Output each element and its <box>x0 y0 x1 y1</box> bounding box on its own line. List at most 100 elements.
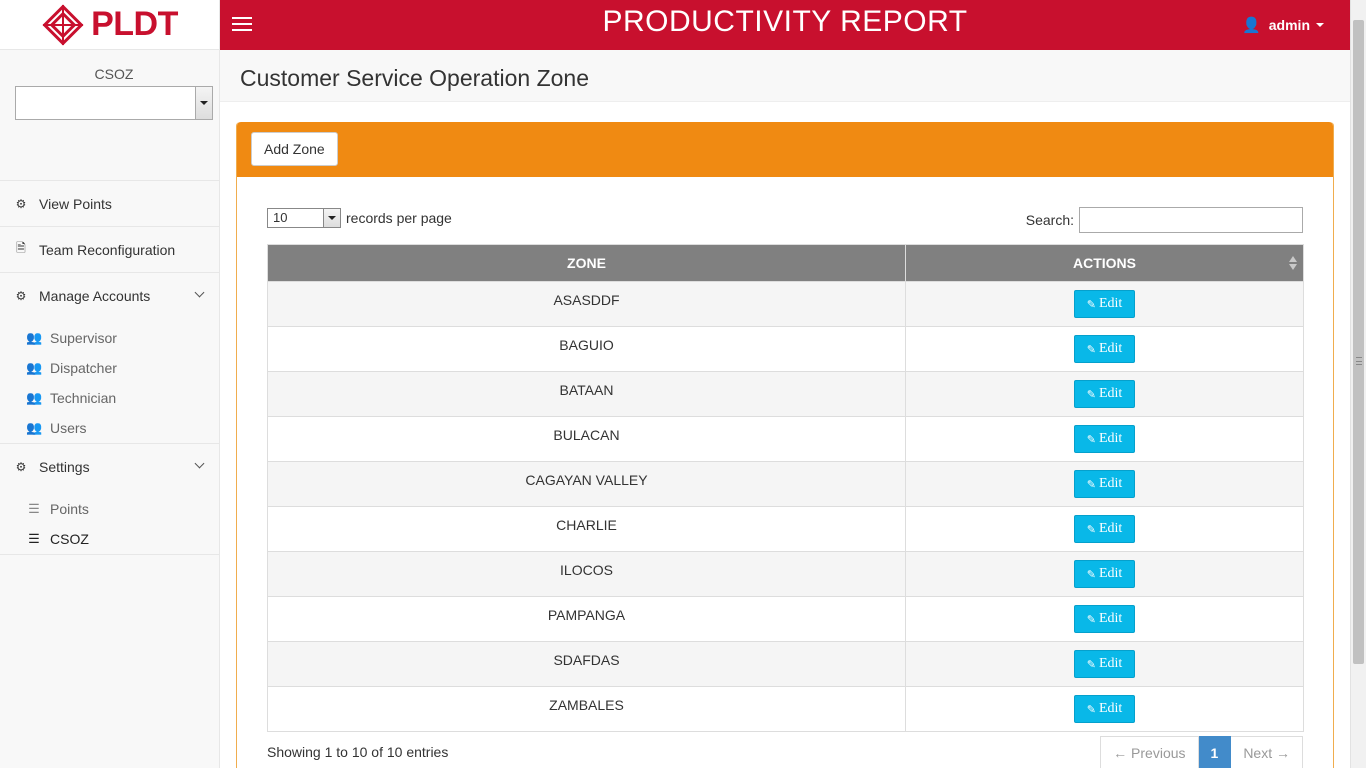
zone-cell: BAGUIO <box>267 326 906 372</box>
user-name: admin <box>1268 17 1310 33</box>
table-row: BATAAN ✎ Edit <box>267 371 1304 417</box>
file-icon: 🗎 <box>16 241 26 255</box>
search-input[interactable] <box>1079 207 1303 233</box>
edit-button[interactable]: ✎ Edit <box>1073 335 1136 363</box>
table-row: CAGAYAN VALLEY ✎ Edit <box>267 461 1304 507</box>
edit-button[interactable]: ✎ Edit <box>1073 425 1136 453</box>
table-row: BULACAN ✎ Edit <box>267 416 1304 462</box>
caret-down-icon <box>1316 23 1324 27</box>
sidebar-item-label: View Points <box>39 195 112 212</box>
zone-cell: ASASDDF <box>267 281 906 327</box>
chevron-down-icon <box>194 458 205 469</box>
csoz-select[interactable] <box>15 86 213 120</box>
actions-cell: ✎ Edit <box>905 551 1304 597</box>
edit-icon: ✎ <box>1086 432 1096 446</box>
edit-button[interactable]: ✎ Edit <box>1073 650 1136 678</box>
sidebar-item-dispatcher[interactable]: 👥 Dispatcher <box>0 353 219 383</box>
actions-cell: ✎ Edit <box>905 281 1304 327</box>
table-row: ASASDDF ✎ Edit <box>267 281 1304 327</box>
records-per-page: 10 records per page <box>267 208 452 228</box>
page-1-button[interactable]: 1 <box>1198 736 1232 768</box>
edit-button[interactable]: ✎ Edit <box>1073 605 1136 633</box>
table-header-row: ZONE ACTIONS <box>267 244 1304 282</box>
user-menu[interactable]: 👤 admin <box>1242 16 1324 34</box>
sidebar-item-label: Manage Accounts <box>39 288 151 304</box>
sidebar-item-csoz[interactable]: ☰ CSOZ <box>0 524 219 554</box>
next-page-button[interactable]: Next → <box>1231 736 1303 768</box>
column-header-actions[interactable]: ACTIONS <box>905 244 1304 282</box>
zone-cell: PAMPANGA <box>267 596 906 642</box>
chevron-down-icon[interactable] <box>195 87 212 119</box>
pagination: ← Previous 1 Next → <box>1100 736 1303 768</box>
records-per-page-select[interactable]: 10 <box>267 208 341 228</box>
edit-button[interactable]: ✎ Edit <box>1073 560 1136 588</box>
sidebar-item-view-points[interactable]: ⚙ View Points <box>0 181 219 227</box>
sidebar-item-label: Dispatcher <box>50 360 117 376</box>
sidebar-item-manage-accounts[interactable]: ⚙ Manage Accounts <box>0 273 219 319</box>
search-label: Search: <box>1025 212 1074 228</box>
csoz-filter: CSOZ <box>0 50 219 181</box>
page-scrollbar[interactable] <box>1350 0 1366 768</box>
panel-heading: Add Zone <box>237 122 1333 177</box>
edit-button[interactable]: ✎ Edit <box>1073 290 1136 318</box>
users-icon: 👥 <box>26 390 43 405</box>
records-per-page-label: records per page <box>346 210 452 226</box>
csoz-label: CSOZ <box>94 66 134 82</box>
pldt-logo-icon <box>42 3 84 46</box>
edit-button[interactable]: ✎ Edit <box>1073 695 1136 723</box>
sidebar-item-label: CSOZ <box>50 531 89 547</box>
sidebar-item-supervisor[interactable]: 👥 Supervisor <box>0 323 219 353</box>
settings-submenu: ☰ Points ☰ CSOZ <box>0 490 219 555</box>
column-header-zone[interactable]: ZONE <box>267 244 906 282</box>
zone-cell: CHARLIE <box>267 506 906 552</box>
add-zone-button[interactable]: Add Zone <box>251 132 338 166</box>
edit-icon: ✎ <box>1086 522 1096 536</box>
actions-cell: ✎ Edit <box>905 416 1304 462</box>
table-row: PAMPANGA ✎ Edit <box>267 596 1304 642</box>
edit-button[interactable]: ✎ Edit <box>1073 515 1136 543</box>
actions-cell: ✎ Edit <box>905 596 1304 642</box>
sidebar-item-users[interactable]: 👥 Users <box>0 413 219 443</box>
zone-cell: SDAFDAS <box>267 641 906 687</box>
zone-cell: ZAMBALES <box>267 686 906 732</box>
sidebar-item-team-reconfiguration[interactable]: 🗎 Team Reconfiguration <box>0 227 219 273</box>
logo-text: PLDT <box>91 5 178 43</box>
sidebar-item-technician[interactable]: 👥 Technician <box>0 383 219 413</box>
logo[interactable]: PLDT <box>0 0 219 50</box>
sidebar-item-settings[interactable]: ⚙ Settings <box>0 444 219 490</box>
gear-icon: ⚙ <box>15 196 27 211</box>
sort-icon <box>1289 256 1297 270</box>
edit-button[interactable]: ✎ Edit <box>1073 470 1136 498</box>
edit-icon: ✎ <box>1086 342 1096 356</box>
table-search: Search: <box>1026 207 1303 233</box>
table-row: ILOCOS ✎ Edit <box>267 551 1304 597</box>
zone-cell: BATAAN <box>267 371 906 417</box>
list-icon: ☰ <box>28 501 40 516</box>
user-icon: 👤 <box>1242 17 1261 34</box>
scrollbar-thumb[interactable] <box>1353 20 1364 664</box>
sidebar-item-points[interactable]: ☰ Points <box>0 494 219 524</box>
sidebar-item-label: Team Reconfiguration <box>39 241 176 258</box>
chevron-down-icon[interactable] <box>323 209 340 227</box>
gear-icon: ⚙ <box>15 460 27 474</box>
edit-button[interactable]: ✎ Edit <box>1073 380 1136 408</box>
top-navbar: PRODUCTIVITY REPORT 👤 admin <box>220 0 1350 50</box>
actions-cell: ✎ Edit <box>905 326 1304 372</box>
previous-page-button[interactable]: ← Previous <box>1100 736 1199 768</box>
app-title: PRODUCTIVITY REPORT <box>602 5 968 38</box>
edit-label: Edit <box>1098 296 1123 311</box>
actions-cell: ✎ Edit <box>905 506 1304 552</box>
users-icon: 👥 <box>26 360 43 375</box>
sidebar-item-label: Technician <box>50 390 117 406</box>
table-info: Showing 1 to 10 of 10 entries <box>267 744 449 760</box>
edit-icon: ✎ <box>1086 702 1096 716</box>
edit-label: Edit <box>1098 611 1123 626</box>
list-icon: ☰ <box>28 531 40 546</box>
page-title: Customer Service Operation Zone <box>240 65 589 91</box>
users-icon: 👥 <box>26 420 43 435</box>
actions-cell: ✎ Edit <box>905 641 1304 687</box>
sidebar: PLDT CSOZ ⚙ View Points 🗎 Team Reconfigu… <box>0 0 220 768</box>
edit-label: Edit <box>1098 521 1123 536</box>
table-row: BAGUIO ✎ Edit <box>267 326 1304 372</box>
table-row: ZAMBALES ✎ Edit <box>267 686 1304 732</box>
